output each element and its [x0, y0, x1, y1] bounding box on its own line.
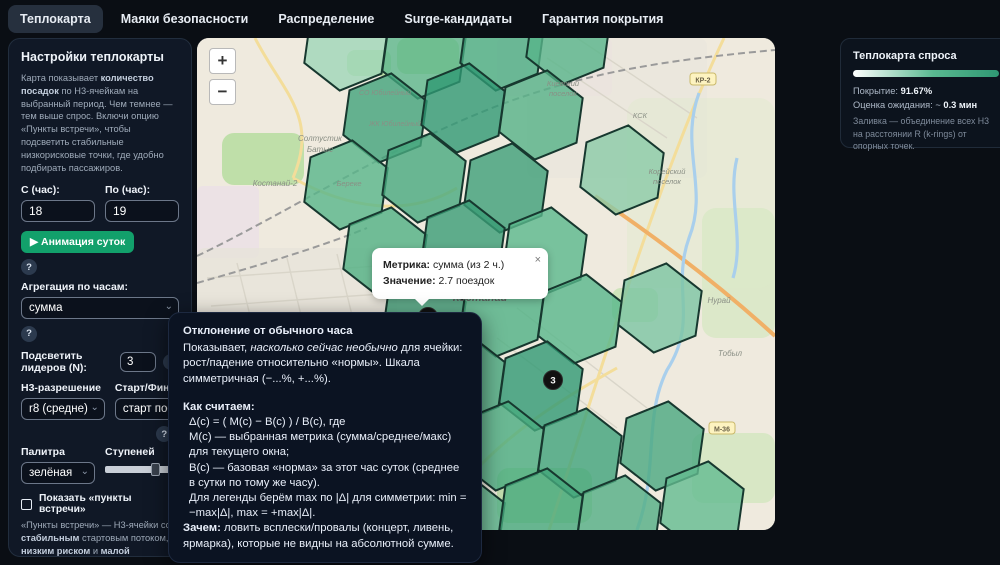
tab-3[interactable]: Распределение [266, 5, 386, 33]
map-place-label: ЖК Юбилейный [368, 120, 421, 128]
text-segment: ловить всплески/провалы (концерт, ливень… [183, 522, 454, 549]
map-place-label: поселок [653, 177, 681, 186]
text-segment: и [90, 546, 100, 556]
eta-value: 0.3 мин [943, 100, 977, 110]
formula-line: Для легенды берём max по |Δ| для симметр… [189, 491, 467, 521]
aggregation-select[interactable]: сумма ⌄ [21, 297, 179, 319]
coverage-value: 91.67% [901, 86, 933, 96]
legend-title: Теплокарта спроса [853, 50, 999, 62]
text-segment: Зачем: [183, 522, 221, 534]
tooltip-metric-label: Метрика: [383, 259, 430, 271]
map-place-label: Костанай-2 [253, 179, 298, 188]
text-segment: низким риском [21, 546, 90, 556]
deviation-explainer-tooltip: Отклонение от обычного часа Показывает, … [168, 312, 482, 563]
explainer-title: Отклонение от обычного часа [183, 324, 467, 339]
road-badge: М-36 [709, 422, 735, 434]
leader-marker-3: 3 [544, 371, 563, 390]
chevron-down-icon: ⌄ [81, 466, 89, 477]
cell-tooltip: × Метрика: сумма (из 2 ч.) Значение: 2.7… [372, 248, 548, 299]
formula-line: M(c) — выбранная метрика (сумма/среднее/… [189, 430, 467, 460]
svg-text:3: 3 [550, 376, 555, 387]
text-segment: «Пункты встречи» — H3-ячейки со [21, 520, 171, 530]
tooltip-arrow [414, 298, 430, 306]
meetpoints-description: «Пункты встречи» — H3-ячейки со стабильн… [21, 519, 179, 557]
tab-2[interactable]: Маяки безопасности [109, 5, 261, 33]
map-zoom-controls: + − [209, 48, 236, 105]
h3-resolution-label: H3-разрешение [21, 382, 105, 394]
formula-line: Δ(c) = ( M(c) − B(c) ) / B(c), где [189, 415, 467, 430]
tab-1[interactable]: Теплокарта [8, 5, 103, 33]
text-segment: Показывает, [183, 342, 250, 354]
map-place-label: Нурай [707, 296, 731, 305]
h3-resolution-value: r8 (средне) [29, 403, 88, 415]
map-place-label: Солтустик [298, 134, 343, 143]
top-nav: ТеплокартаМаяки безопасностиРаспределени… [0, 0, 1000, 37]
palette-label: Палитра [21, 446, 95, 458]
steps-slider-thumb[interactable] [151, 463, 160, 476]
explainer-why: Зачем: ловить всплески/провалы (концерт,… [183, 521, 467, 551]
meetpoints-checkbox[interactable] [21, 499, 32, 510]
chevron-down-icon: ⌄ [165, 301, 173, 312]
map-place-label: СО Юбилейный [359, 89, 411, 97]
explainer-how-title: Как считаем: [183, 400, 467, 415]
svg-text:КР-2: КР-2 [695, 78, 710, 85]
map-place-label: Батыс [307, 145, 333, 154]
settings-title: Настройки теплокарты [21, 50, 179, 64]
aggregation-value: сумма [29, 302, 63, 314]
leaders-input[interactable] [120, 352, 156, 372]
map-place-label: КСК [633, 111, 648, 120]
animate-day-button[interactable]: ▶ Анимация суток [21, 231, 134, 253]
road-badge: КР-2 [690, 73, 716, 85]
map-place-label: Киевский [547, 79, 580, 88]
help-icon[interactable]: ? [21, 326, 37, 342]
legend-description: Заливка — объединение всех H3 на расстоя… [853, 115, 999, 153]
eta-label: Оценка ожидания: ~ [853, 100, 943, 110]
hour-from-label: С (час): [21, 184, 95, 196]
explainer-paragraph: Показывает, насколько сейчас необычно дл… [183, 341, 467, 387]
palette-select[interactable]: зелёная ⌄ [21, 462, 95, 484]
coverage-label: Покрытие: [853, 86, 901, 96]
map-place-label: Корейский [649, 167, 687, 176]
heatmap-settings-panel: Настройки теплокарты Карта показывает ко… [8, 38, 192, 557]
explainer-formulas: Δ(c) = ( M(c) − B(c) ) / B(c), гдеM(c) —… [183, 415, 467, 521]
text-segment: стабильным [21, 533, 79, 543]
map-place-label: Береке [336, 179, 361, 188]
zoom-in-button[interactable]: + [209, 48, 236, 74]
chevron-down-icon: ⌄ [90, 402, 98, 413]
hour-to-input[interactable] [105, 200, 179, 222]
map-place-label: поселок [549, 89, 577, 98]
svg-text:М-36: М-36 [714, 427, 730, 434]
text-segment: Карта показывает [21, 73, 101, 83]
hour-from-input[interactable] [21, 200, 95, 222]
hour-to-label: По (час): [105, 184, 179, 196]
help-icon[interactable]: ? [21, 259, 37, 275]
text-segment: насколько сейчас необычно [250, 342, 398, 354]
close-icon[interactable]: × [535, 252, 541, 269]
palette-value: зелёная [29, 467, 72, 479]
leaders-label: Подсветить лидеров (N): [21, 350, 113, 374]
tooltip-metric-value: сумма (из 2 ч.) [430, 259, 504, 271]
settings-intro: Карта показывает количество посадок по H… [21, 72, 179, 175]
text-segment: по H3-ячейкам на выбранный период. Чем т… [21, 86, 173, 173]
map-place-label: Тобыл [718, 349, 742, 358]
zoom-out-button[interactable]: − [209, 79, 236, 105]
meetpoints-checkbox-label: Показать «пункты встречи» [39, 493, 179, 515]
tab-5[interactable]: Гарантия покрытия [530, 5, 675, 33]
app-page: ТеплокартаМаяки безопасностиРаспределени… [0, 0, 1000, 565]
text-segment: стартовым потоком, [79, 533, 168, 543]
h3-resolution-select[interactable]: r8 (средне) ⌄ [21, 398, 105, 420]
formula-line: B(c) — базовая «норма» за этот час суток… [189, 461, 467, 491]
demand-legend-panel: Теплокарта спроса Покрытие: 91.67% Оценк… [840, 38, 1000, 148]
legend-gradient-bar [853, 70, 999, 77]
tooltip-value-value: 2.7 поездок [436, 275, 495, 287]
tab-4[interactable]: Surge-кандидаты [392, 5, 524, 33]
tooltip-value-label: Значение: [383, 275, 436, 287]
aggregation-label: Агрегация по часам: [21, 281, 179, 293]
